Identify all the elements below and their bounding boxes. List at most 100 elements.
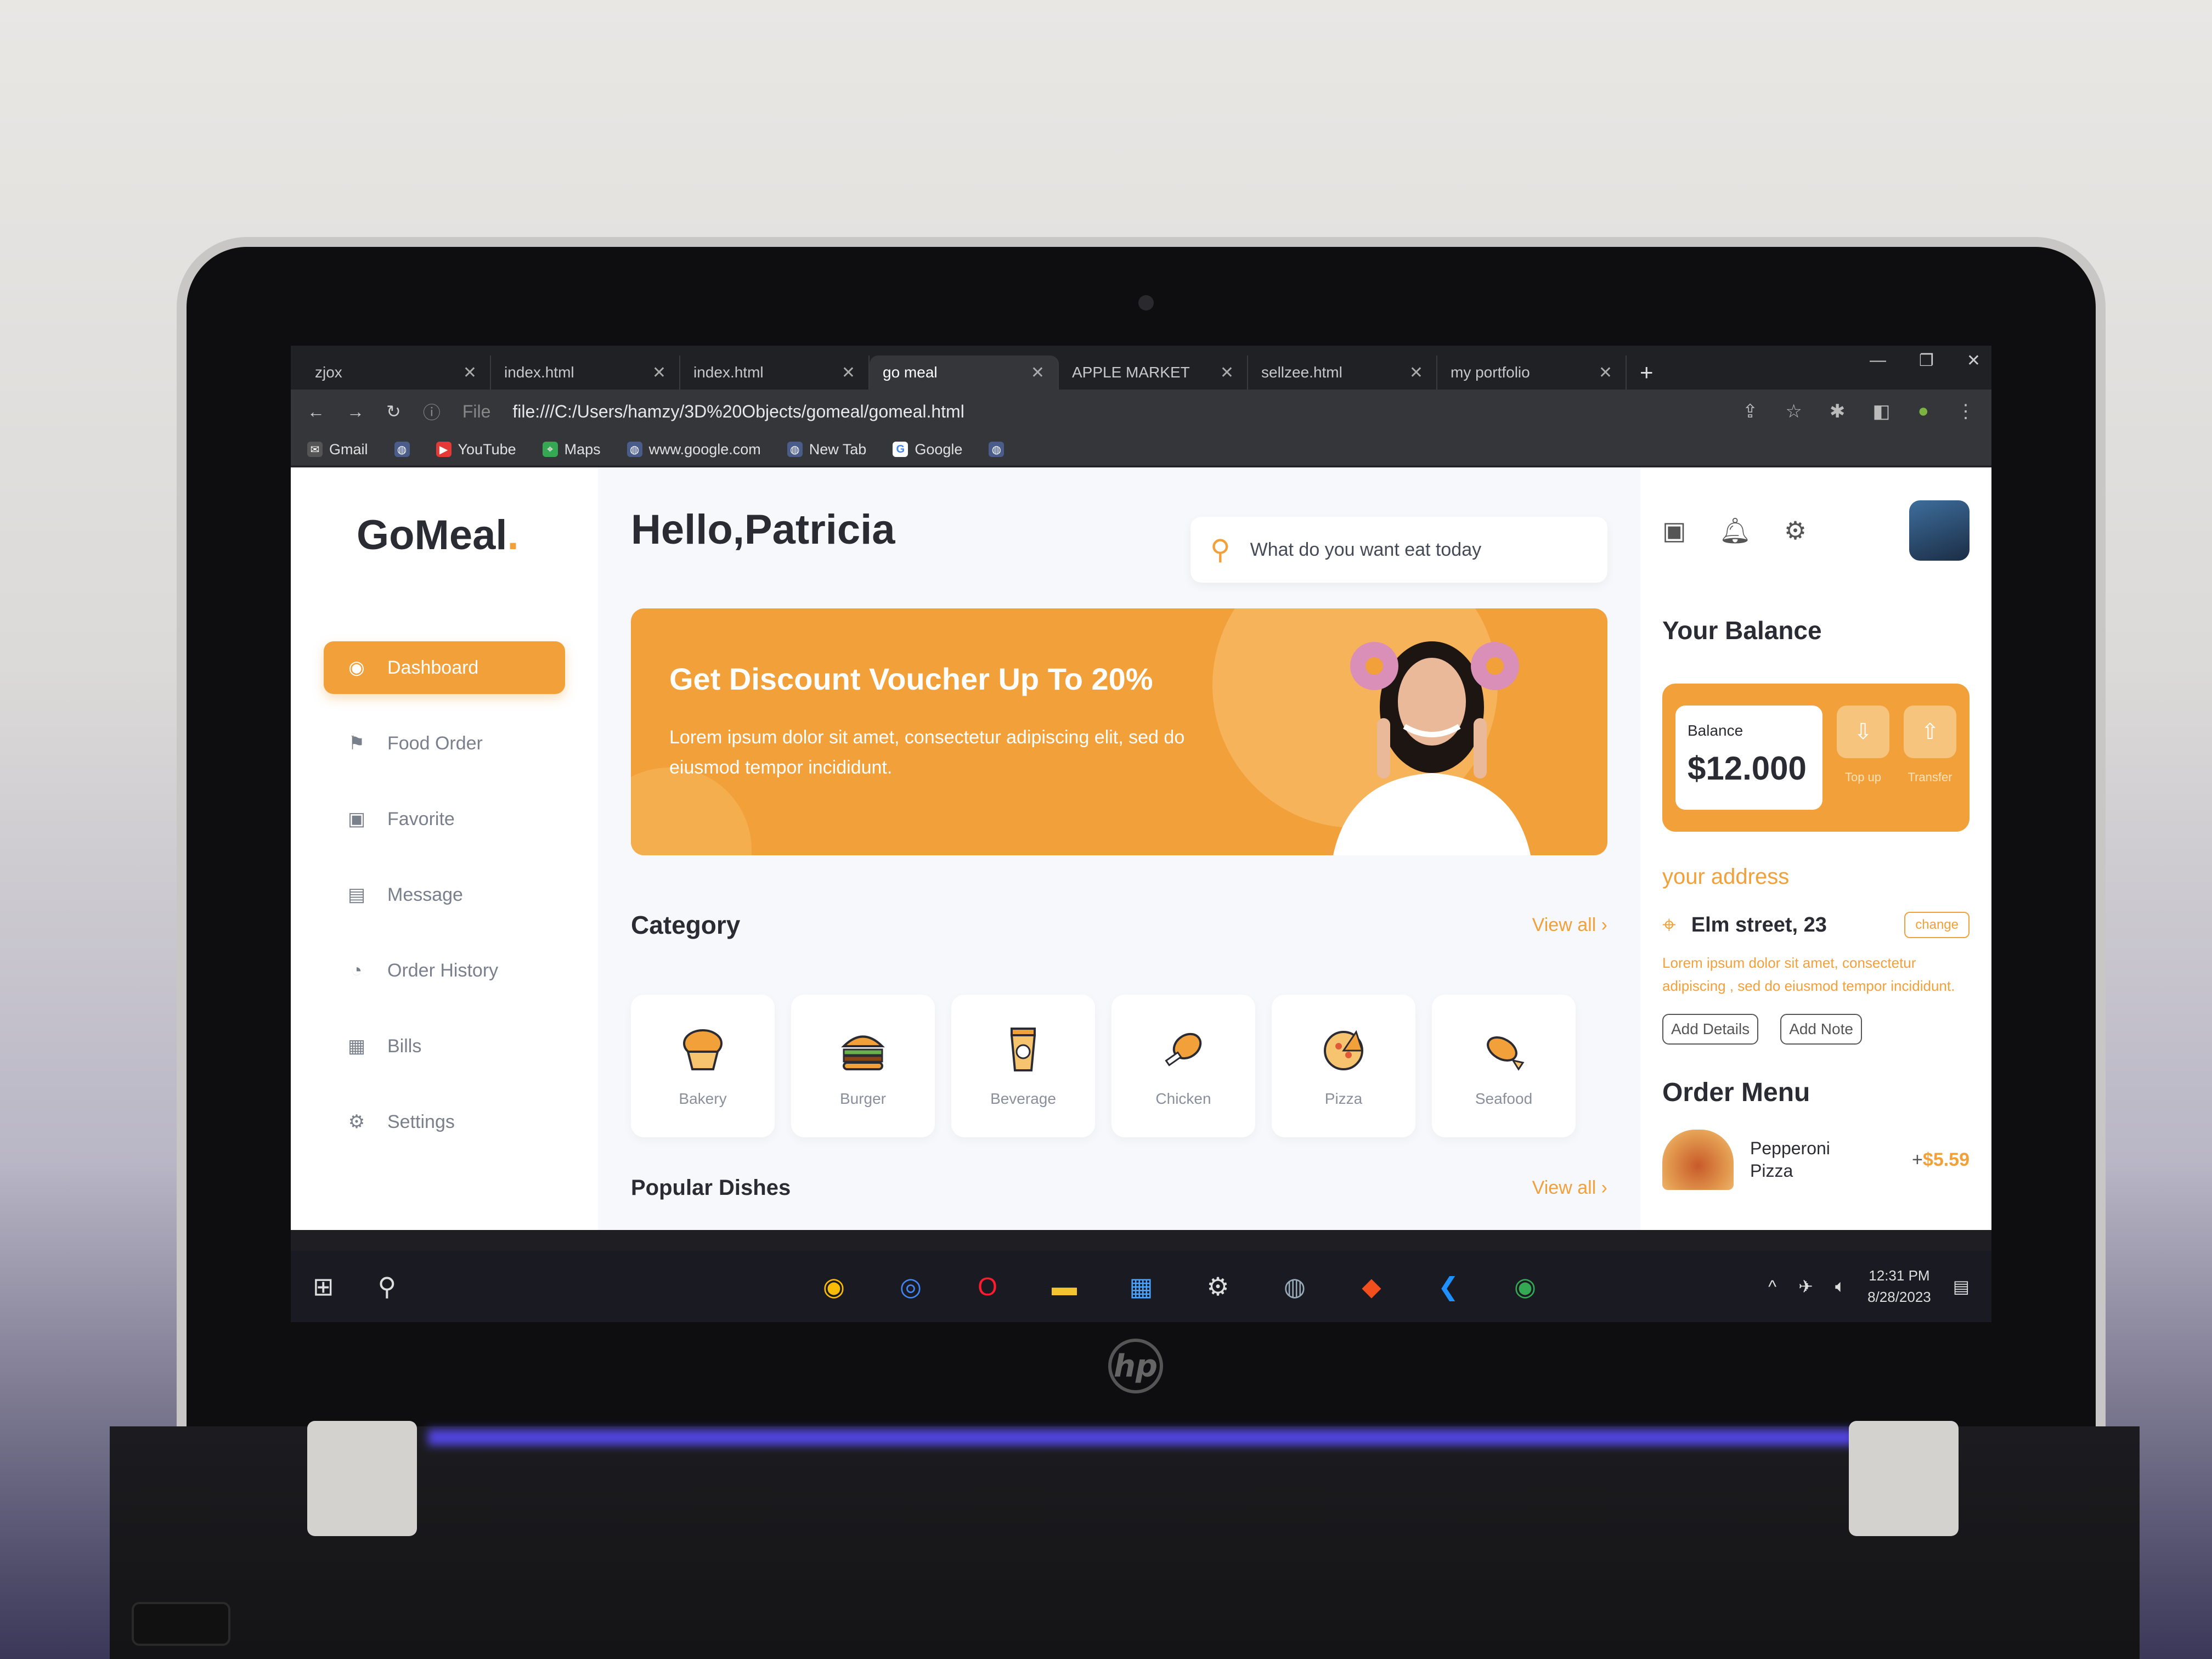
category-bakery[interactable]: Bakery (631, 995, 775, 1137)
sidebar-item-label: Settings (387, 1111, 455, 1132)
settings-gear-icon[interactable]: ⚙ (1196, 1265, 1240, 1308)
category-seafood[interactable]: Seafood (1432, 995, 1576, 1137)
close-window-icon[interactable]: ✕ (1967, 351, 1980, 370)
bookmark-new-tab[interactable]: ◍ New Tab (787, 441, 866, 458)
sidebar-item-bills[interactable]: ▦ Bills (324, 1020, 565, 1073)
browser-tab[interactable]: APPLE MARKET ✕ (1059, 356, 1248, 390)
store-icon[interactable]: ▦ (1119, 1265, 1163, 1308)
order-history-icon: ◔ (351, 960, 363, 981)
tab-label: zjox (315, 364, 342, 381)
profile-icon[interactable]: ● (1917, 400, 1929, 422)
network-tray-icon[interactable]: ✈ (1798, 1276, 1813, 1297)
top-up-button[interactable]: ⇩ Top up (1837, 706, 1889, 810)
close-icon[interactable]: ✕ (1031, 363, 1045, 382)
food-order-icon: ⚑ (348, 733, 365, 754)
chat-icon[interactable]: ▣ (1662, 516, 1686, 545)
figma-icon[interactable]: ◆ (1350, 1265, 1393, 1308)
restore-icon[interactable]: ❐ (1919, 351, 1934, 370)
category-burger[interactable]: Burger (791, 995, 935, 1137)
transfer-button[interactable]: ⇧ Transfer (1904, 706, 1956, 810)
chevron-up-icon[interactable]: ^ (1768, 1277, 1776, 1297)
bookmark-globe[interactable]: ◍ (989, 442, 1005, 457)
clock[interactable]: 12:31 PM 8/28/2023 (1867, 1265, 1931, 1308)
search-input[interactable]: What do you want eat today (1250, 539, 1481, 561)
sidebar-item-settings[interactable]: ⚙ Settings (324, 1096, 565, 1148)
forward-icon[interactable]: → (347, 402, 364, 422)
back-icon[interactable]: ← (307, 402, 325, 422)
category-chicken[interactable]: Chicken (1111, 995, 1255, 1137)
new-tab-button[interactable]: + (1627, 356, 1667, 390)
browser-tab[interactable]: index.html ✕ (680, 356, 870, 390)
order-menu-title: Order Menu (1662, 1078, 1810, 1108)
close-icon[interactable]: ✕ (1220, 363, 1234, 382)
reload-icon[interactable]: ↻ (386, 401, 401, 422)
maps-icon: ⌖ (542, 442, 558, 457)
menu-icon[interactable]: ⋮ (1956, 400, 1975, 422)
add-details-button[interactable]: Add Details (1662, 1014, 1759, 1045)
sidebar-item-dashboard[interactable]: ◉ Dashboard (324, 641, 565, 694)
share-icon[interactable]: ⇪ (1742, 400, 1758, 422)
chrome-icon[interactable]: ◉ (1503, 1265, 1547, 1308)
minimize-icon[interactable]: — (1870, 351, 1886, 370)
add-note-button[interactable]: Add Note (1780, 1014, 1862, 1045)
category-pizza[interactable]: Pizza (1272, 995, 1415, 1137)
logo-dot: . (507, 512, 519, 558)
chromium-icon[interactable]: ◎ (889, 1265, 933, 1308)
change-address-button[interactable]: change (1904, 912, 1970, 938)
url-field[interactable]: file:///C:/Users/hamzy/3D%20Objects/gome… (512, 402, 964, 422)
bookmark-maps[interactable]: ⌖ Maps (542, 441, 601, 458)
sidebar-item-order-history[interactable]: ◔ Order History (324, 944, 565, 997)
info-icon[interactable]: ⓘ (423, 399, 441, 424)
chrome-icon[interactable]: ◉ (812, 1265, 856, 1308)
bell-icon[interactable]: 🔔︎ (1719, 516, 1751, 546)
sidebar-item-message[interactable]: ▤ Message (324, 868, 565, 921)
close-icon[interactable]: ✕ (1599, 363, 1612, 382)
vscode-icon[interactable]: ❮ (1426, 1265, 1470, 1308)
search-icon[interactable]: ⚲ (378, 1272, 397, 1301)
tab-label: index.html (693, 364, 764, 381)
clock-time: 12:31 PM (1869, 1267, 1930, 1284)
category-beverage[interactable]: Beverage (951, 995, 1095, 1137)
sidebar-item-favorite[interactable]: ▣ Favorite (324, 793, 565, 845)
network-icon[interactable]: ◍ (1273, 1265, 1317, 1308)
bookmark-google[interactable]: G Google (893, 441, 962, 458)
volume-icon[interactable]: 🔈︎ (1835, 1276, 1846, 1297)
view-all-label: View all (1532, 914, 1596, 935)
file-explorer-icon[interactable]: ▬ (1042, 1265, 1086, 1308)
browser-tab-active[interactable]: go meal ✕ (870, 356, 1059, 390)
extensions-icon[interactable]: ✱ (1830, 400, 1846, 422)
star-icon[interactable]: ☆ (1785, 400, 1802, 422)
browser-tab[interactable]: zjox ✕ (302, 356, 491, 390)
close-icon[interactable]: ✕ (842, 363, 855, 382)
notification-icon[interactable]: ▤ (1953, 1276, 1970, 1297)
window-controls: — ❐ ✕ (1870, 351, 1980, 370)
sidebar-item-food-order[interactable]: ⚑ Food Order (324, 717, 565, 770)
avatar[interactable] (1909, 500, 1970, 561)
windows-start-icon[interactable]: ⊞ (313, 1272, 334, 1301)
close-icon[interactable]: ✕ (1409, 363, 1423, 382)
close-icon[interactable]: ✕ (652, 363, 666, 382)
browser-tab[interactable]: my portfolio ✕ (1437, 356, 1627, 390)
address-row: ⌖ Elm street, 23 change (1662, 911, 1970, 939)
fish-icon (1487, 1036, 1525, 1071)
bookmark-google-com[interactable]: ◍ www.google.com (627, 441, 761, 458)
browser-tab[interactable]: sellzee.html ✕ (1248, 356, 1437, 390)
pizza-image (1662, 1130, 1734, 1190)
browser-tab[interactable]: index.html ✕ (491, 356, 680, 390)
close-icon[interactable]: ✕ (463, 363, 477, 382)
sidepanel-icon[interactable]: ◧ (1872, 400, 1890, 422)
gear-icon[interactable]: ⚙ (1784, 516, 1807, 545)
view-all-link[interactable]: View all › (1532, 1177, 1607, 1199)
order-item-price-value: $5.59 (1922, 1149, 1970, 1170)
view-all-link[interactable]: View all › (1532, 915, 1607, 936)
favorite-icon: ▣ (347, 809, 366, 830)
bookmark-globe[interactable]: ◍ (394, 442, 410, 457)
search-box[interactable]: ⚲ What do you want eat today (1190, 517, 1607, 583)
bookmark-gmail[interactable]: ✉ Gmail (307, 441, 368, 458)
order-item[interactable]: Pepperoni Pizza +$5.59 (1662, 1130, 1970, 1190)
opera-icon[interactable]: O (966, 1265, 1009, 1308)
burger-icon (841, 1035, 885, 1070)
bookmark-youtube[interactable]: ▶ YouTube (436, 441, 516, 458)
transfer-icon: ⇧ (1904, 706, 1956, 758)
screen: zjox ✕ index.html ✕ index.html ✕ go meal ✕ A… (291, 346, 1991, 1322)
